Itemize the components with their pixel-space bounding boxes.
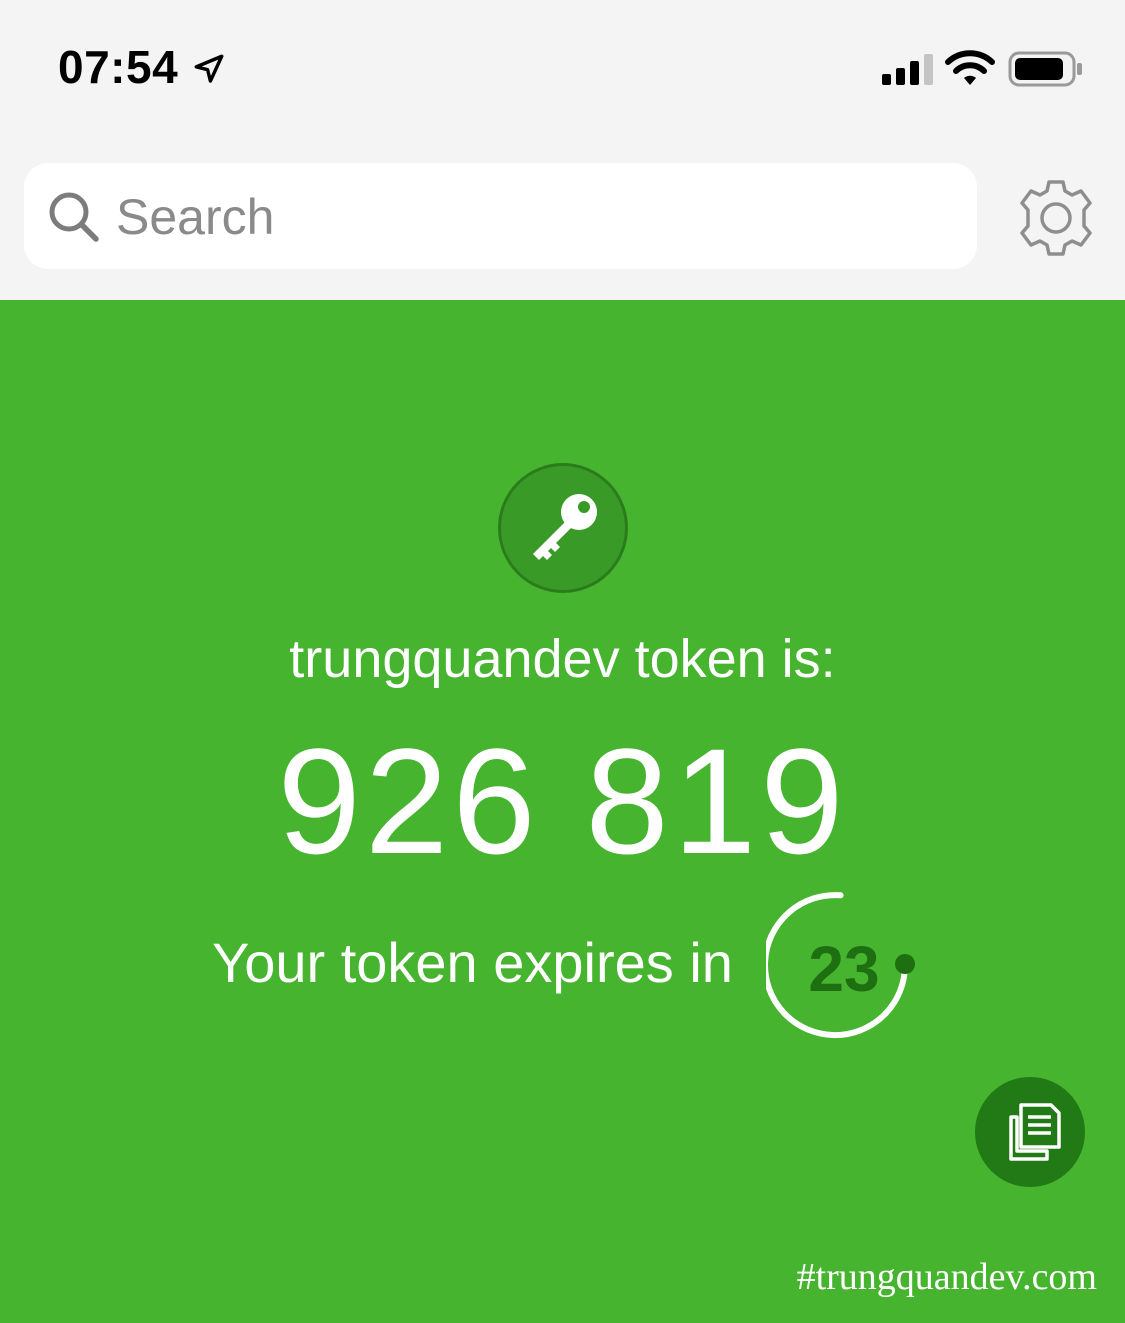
- status-bar: 07:54: [0, 0, 1125, 135]
- gear-icon[interactable]: [1014, 176, 1098, 260]
- status-time: 07:54: [58, 41, 179, 93]
- copy-icon: [1009, 1103, 1061, 1161]
- token-account-label: trungquandev token is:: [289, 629, 836, 689]
- search-input[interactable]: [114, 163, 958, 271]
- search-bar[interactable]: [24, 163, 977, 271]
- key-badge: [498, 463, 628, 593]
- expires-label: Your token expires in: [212, 931, 733, 994]
- countdown-seconds: 23: [808, 933, 880, 1005]
- countdown-timer: 23: [766, 890, 926, 1050]
- battery-icon: [1008, 51, 1082, 87]
- search-icon: [49, 192, 99, 242]
- token-code[interactable]: 926 819: [0, 715, 1125, 888]
- location-arrow-icon: [194, 54, 224, 83]
- copy-button[interactable]: [975, 1077, 1085, 1187]
- token-panel: trungquandev token is: 926 819 Your toke…: [0, 300, 1125, 1323]
- key-icon: [533, 494, 597, 560]
- watermark-text: #trungquandev.com: [796, 1256, 1097, 1298]
- cellular-signal-icon: [882, 54, 933, 85]
- wifi-icon: [945, 50, 995, 85]
